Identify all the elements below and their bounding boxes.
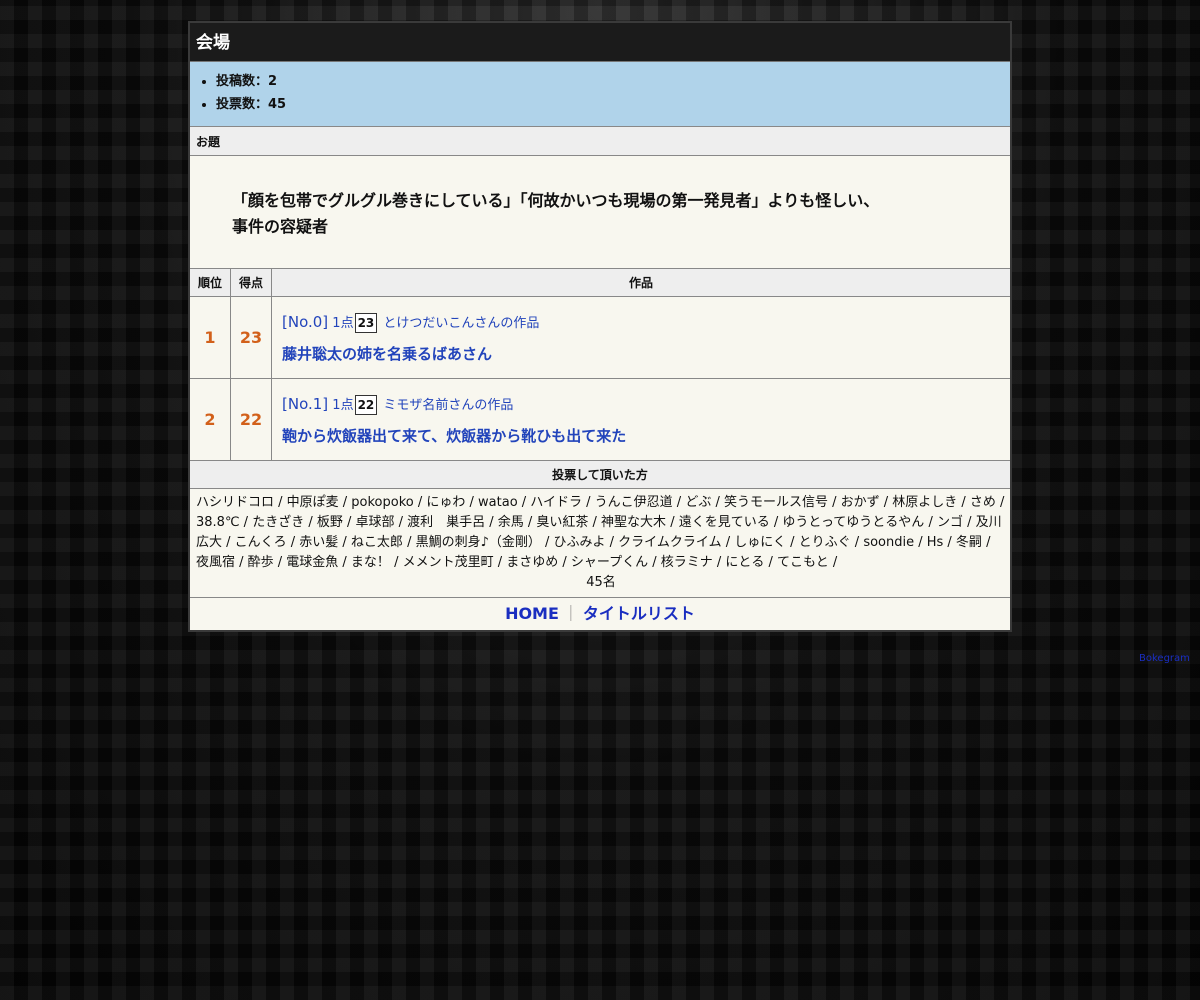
voters-count: 45名 xyxy=(586,575,616,590)
voters-section: ハシリドコロ / 中原ぽ麦 / pokopoko / にゅわ / watao /… xyxy=(190,489,1010,598)
ranking-table: 順位 得点 作品 1 23 [No.0] 1点 23 とけつだいこんさんの作品 藤… xyxy=(190,269,1010,461)
points-header: 得点 xyxy=(230,269,272,297)
bokegram-credit-link[interactable]: Bokegram xyxy=(1139,653,1190,664)
work-per-vote: 1点 xyxy=(332,397,354,413)
theme-line-1: 「顔を包帯でグルグル巻きにしている」「何故かいつも現場の第一発見者」よりも怪しい… xyxy=(232,191,880,210)
work-title: 藤井聡太の姉を名乗るばあさん xyxy=(282,344,493,363)
points-value: 23 xyxy=(230,296,272,379)
work-number: [No.0] xyxy=(282,312,329,331)
rank-header: 順位 xyxy=(190,269,231,297)
title-list-link[interactable]: タイトルリスト xyxy=(583,604,695,623)
nav-separator: ｜ xyxy=(562,604,579,623)
points-value: 22 xyxy=(230,378,272,461)
vote-count: 投票数：45 xyxy=(216,93,1010,116)
work-meta: [No.0] 1点 23 とけつだいこんさんの作品 xyxy=(282,309,1000,337)
work-title: 鞄から炊飯器出て来て、炊飯器から靴ひも出て来た xyxy=(282,426,627,445)
post-count: 投稿数：2 xyxy=(216,70,1010,93)
theme-text: 「顔を包帯でグルグル巻きにしている」「何故かいつも現場の第一発見者」よりも怪しい… xyxy=(190,156,1010,269)
work-cell: [No.1] 1点 22 ミモザ名前さんの作品 鞄から炊飯器出て来て、炊飯器から靴… xyxy=(271,378,1010,461)
ranking-header-row: 順位 得点 作品 xyxy=(190,269,1010,297)
voters-list: ハシリドコロ / 中原ぽ麦 / pokopoko / にゅわ / watao /… xyxy=(196,495,1005,570)
score-badge: 22 xyxy=(354,394,378,415)
work-number: [No.1] xyxy=(282,394,329,413)
voters-label: 投票して頂いた方 xyxy=(190,461,1010,489)
work-author[interactable]: ミモザ名前さんの作品 xyxy=(383,398,513,413)
footer-nav: HOME ｜タイトルリスト xyxy=(190,598,1010,630)
score-badge: 23 xyxy=(354,312,378,333)
theme-line-2: 事件の容疑者 xyxy=(232,217,329,236)
table-row: 1 23 [No.0] 1点 23 とけつだいこんさんの作品 藤井聡太の姉を名乗る… xyxy=(190,296,1010,379)
rank-value: 2 xyxy=(190,378,231,461)
work-per-vote: 1点 xyxy=(332,315,354,331)
work-meta: [No.1] 1点 22 ミモザ名前さんの作品 xyxy=(282,391,1000,419)
work-header: 作品 xyxy=(271,269,1010,297)
theme-label: お題 xyxy=(190,127,1010,156)
work-author[interactable]: とけつだいこんさんの作品 xyxy=(383,316,539,331)
home-link[interactable]: HOME xyxy=(505,604,559,623)
work-cell: [No.0] 1点 23 とけつだいこんさんの作品 藤井聡太の姉を名乗るばあさん xyxy=(271,296,1010,379)
table-row: 2 22 [No.1] 1点 22 ミモザ名前さんの作品 鞄から炊飯器出て来て、炊… xyxy=(190,378,1010,461)
venue-panel: 会場 投稿数：2 投票数：45 お題 「顔を包帯でグルグル巻きにしている」「何故… xyxy=(188,21,1012,632)
venue-stats: 投稿数：2 投票数：45 xyxy=(190,62,1010,127)
rank-value: 1 xyxy=(190,296,231,379)
venue-title: 会場 xyxy=(190,23,1010,62)
